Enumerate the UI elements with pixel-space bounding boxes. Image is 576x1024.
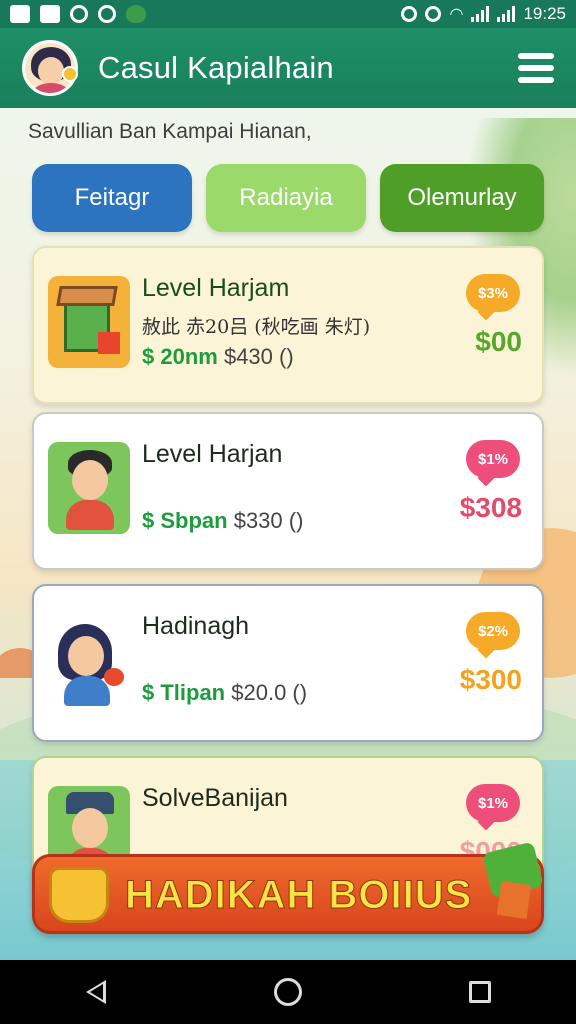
vpn-icon	[425, 6, 442, 22]
bonus-banner-button[interactable]: HADIKAH BOIIUS	[32, 841, 544, 934]
back-icon	[86, 980, 106, 1004]
wifi-icon: ◠	[449, 6, 464, 23]
boy-avatar-icon	[48, 442, 130, 534]
card-price: $ 20nm $430 ()	[142, 344, 294, 370]
crate-icon	[48, 276, 130, 368]
sync-icon	[70, 5, 88, 23]
tab-feitagr[interactable]: Feitagr	[32, 164, 192, 232]
gift-icon	[477, 841, 547, 921]
bonus-label: HADIKAH BOIIUS	[124, 873, 473, 918]
card-title: Level Harjam	[142, 274, 290, 302]
status-right-icons: ◠ 19:25	[401, 4, 566, 24]
page-subtitle: Savullian Ban Kampai Hianan,	[28, 120, 312, 143]
price-original: $430 ()	[223, 344, 294, 369]
tab-bar: Feitagr Radiayia Olemurlay	[32, 164, 544, 232]
home-icon	[274, 978, 302, 1006]
card-title: Level Harjan	[142, 440, 283, 468]
status-bar: ◠ 19:25	[0, 0, 576, 28]
discount-badge: $3%	[466, 274, 520, 312]
price-original: $20.0 ()	[231, 680, 308, 705]
tab-radiayia[interactable]: Radiayia	[206, 164, 366, 232]
hamburger-menu-icon[interactable]	[518, 53, 554, 83]
system-nav-bar	[0, 960, 576, 1024]
home-button[interactable]	[258, 962, 318, 1022]
discount-badge: $1%	[466, 784, 520, 822]
price-tag: $ Sbpan	[142, 508, 228, 533]
card-price: $ Tlipan $20.0 ()	[142, 680, 307, 706]
recents-button[interactable]	[450, 962, 510, 1022]
discount-badge: $2%	[466, 612, 520, 650]
offer-card[interactable]: Hadinagh $ Tlipan $20.0 () $2% $300	[32, 584, 544, 742]
back-button[interactable]	[66, 962, 126, 1022]
card-amount: $308	[459, 492, 522, 523]
basket-icon	[49, 867, 109, 923]
recents-icon	[469, 981, 491, 1003]
price-original: $330 ()	[233, 508, 304, 533]
app-bar: Casul Kapialhain	[0, 28, 576, 108]
signal-icon	[497, 6, 516, 22]
leaf-icon	[126, 5, 146, 23]
avatar-badge-icon	[62, 66, 78, 82]
app-title: Casul Kapialhain	[98, 50, 334, 85]
card-amount: $00	[475, 326, 522, 357]
clock: 19:25	[523, 4, 566, 23]
offer-card[interactable]: Level Harjam 赦此 赤20吕 (秋吃画 朱灯) $ 20nm $43…	[32, 246, 544, 404]
alarm-icon	[401, 6, 418, 22]
discount-badge: $1%	[466, 440, 520, 478]
tab-olemurlay[interactable]: Olemurlay	[380, 164, 544, 232]
card-title: Hadinagh	[142, 612, 250, 640]
gamepad-icon	[40, 5, 60, 23]
signal-icon	[471, 6, 490, 22]
card-price: $ Sbpan $330 ()	[142, 508, 303, 534]
shield-icon	[98, 5, 116, 23]
card-description: 赦此 赤20吕 (秋吃画 朱灯)	[142, 316, 371, 338]
main-content: Savullian Ban Kampai Hianan, Feitagr Rad…	[0, 108, 576, 960]
offer-card[interactable]: Level Harjan $ Sbpan $330 () $1% $308	[32, 412, 544, 570]
price-tag: $ 20nm	[142, 344, 218, 369]
price-tag: $ Tlipan	[142, 680, 226, 705]
status-left-icons	[10, 5, 146, 23]
girl-avatar-icon	[48, 614, 130, 706]
card-amount: $300	[459, 664, 522, 695]
image-icon	[10, 5, 30, 23]
card-title: SolveBanijan	[142, 784, 288, 812]
